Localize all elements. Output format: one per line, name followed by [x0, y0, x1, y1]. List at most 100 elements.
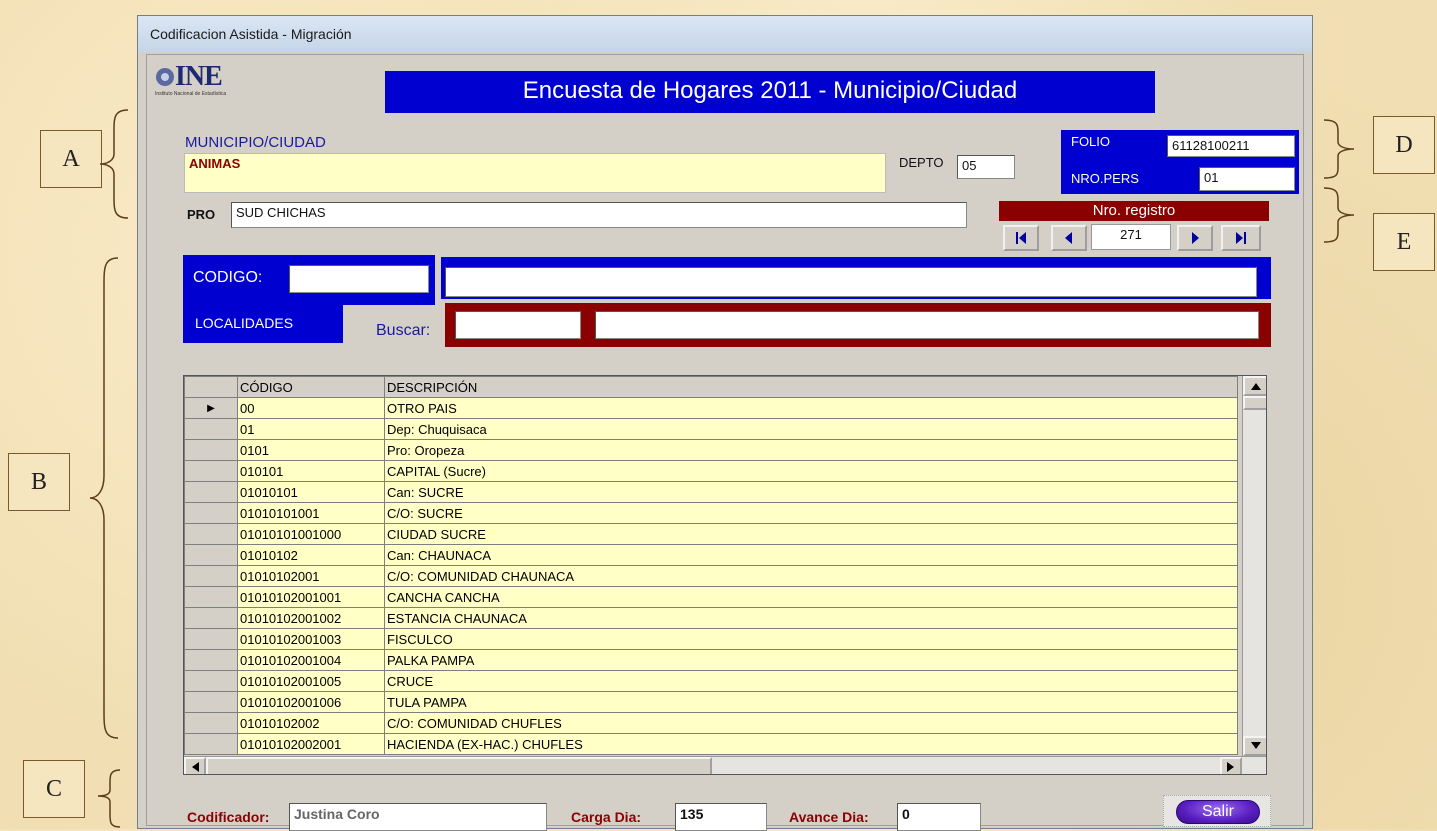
scroll-right-button[interactable]: [1220, 757, 1242, 774]
cell-codigo[interactable]: 01010102002001: [237, 733, 385, 755]
cell-descripcion[interactable]: CIUDAD SUCRE: [384, 523, 1238, 545]
table-row[interactable]: 01010102001006 TULA PAMPA: [184, 691, 1238, 713]
buscar-text-input[interactable]: [595, 311, 1259, 339]
cell-descripcion[interactable]: TULA PAMPA: [384, 691, 1238, 713]
cell-descripcion[interactable]: Pro: Oropeza: [384, 439, 1238, 461]
row-selector[interactable]: [184, 670, 238, 692]
first-record-button[interactable]: [1003, 225, 1039, 251]
table-row[interactable]: 01010102001001 CANCHA CANCHA: [184, 586, 1238, 608]
cell-codigo[interactable]: 01010102001001: [237, 586, 385, 608]
grid-column-descripcion[interactable]: DESCRIPCIÓN: [384, 376, 1238, 398]
grid-vertical-scrollbar[interactable]: [1242, 376, 1266, 756]
row-selector[interactable]: [184, 586, 238, 608]
cell-codigo[interactable]: 01010102001002: [237, 607, 385, 629]
codigo-input[interactable]: [289, 265, 429, 293]
cell-codigo[interactable]: 01010101001: [237, 502, 385, 524]
arrow-left-icon: [192, 761, 199, 772]
window-titlebar[interactable]: Codificacion Asistida - Migración: [138, 16, 1312, 52]
cell-descripcion[interactable]: Can: CHAUNACA: [384, 544, 1238, 566]
table-row[interactable]: 01010102001002 ESTANCIA CHAUNACA: [184, 607, 1238, 629]
scroll-left-button[interactable]: [184, 757, 206, 774]
cell-descripcion[interactable]: Can: SUCRE: [384, 481, 1238, 503]
row-selector[interactable]: [184, 481, 238, 503]
row-selector[interactable]: [184, 523, 238, 545]
depto-field[interactable]: 05: [957, 155, 1015, 179]
cell-codigo[interactable]: 01010102001003: [237, 628, 385, 650]
table-row[interactable]: 01010102001004 PALKA PAMPA: [184, 649, 1238, 671]
h-scroll-thumb[interactable]: [206, 757, 712, 774]
salir-button[interactable]: Salir: [1176, 800, 1260, 824]
cell-codigo[interactable]: 01010102001006: [237, 691, 385, 713]
next-record-button[interactable]: [1177, 225, 1213, 251]
table-row[interactable]: 01010101001000 CIUDAD SUCRE: [184, 523, 1238, 545]
pro-field[interactable]: SUD CHICHAS: [231, 202, 967, 228]
nropers-field[interactable]: 01: [1199, 167, 1295, 191]
table-row[interactable]: ▶ 00 OTRO PAIS: [184, 397, 1238, 419]
cell-codigo[interactable]: 0101: [237, 439, 385, 461]
row-selector[interactable]: ▶: [184, 397, 238, 419]
table-row[interactable]: 01010102002001 HACIENDA (EX-HAC.) CHUFLES: [184, 733, 1238, 755]
codigo-description-field[interactable]: [445, 267, 1257, 297]
table-row[interactable]: 01 Dep: Chuquisaca: [184, 418, 1238, 440]
scroll-up-button[interactable]: [1243, 376, 1266, 396]
cell-codigo[interactable]: 010101: [237, 460, 385, 482]
cell-codigo[interactable]: 01010101: [237, 481, 385, 503]
row-selector[interactable]: [184, 712, 238, 734]
cell-codigo[interactable]: 01010102001: [237, 565, 385, 587]
cell-codigo[interactable]: 01010101001000: [237, 523, 385, 545]
cell-descripcion[interactable]: CRUCE: [384, 670, 1238, 692]
row-selector[interactable]: [184, 460, 238, 482]
carga-field[interactable]: 135: [675, 803, 767, 831]
cell-descripcion[interactable]: ESTANCIA CHAUNACA: [384, 607, 1238, 629]
folio-field[interactable]: 61128100211: [1167, 135, 1295, 157]
registro-field[interactable]: 271: [1091, 224, 1171, 250]
row-selector[interactable]: [184, 733, 238, 755]
row-selector[interactable]: [184, 565, 238, 587]
row-selector[interactable]: [184, 628, 238, 650]
table-row[interactable]: 01010102001 C/O: COMUNIDAD CHAUNACA: [184, 565, 1238, 587]
scroll-thumb[interactable]: [1243, 396, 1266, 410]
table-row[interactable]: 01010102001005 CRUCE: [184, 670, 1238, 692]
table-row[interactable]: 01010102002 C/O: COMUNIDAD CHUFLES: [184, 712, 1238, 734]
row-selector[interactable]: [184, 439, 238, 461]
localidades-tab[interactable]: LOCALIDADES: [183, 303, 343, 343]
row-selector[interactable]: [184, 691, 238, 713]
grid-horizontal-scrollbar[interactable]: [184, 756, 1266, 774]
table-row[interactable]: 010101 CAPITAL (Sucre): [184, 460, 1238, 482]
table-row[interactable]: 0101 Pro: Oropeza: [184, 439, 1238, 461]
row-selector[interactable]: [184, 649, 238, 671]
prev-record-button[interactable]: [1051, 225, 1087, 251]
cell-codigo[interactable]: 00: [237, 397, 385, 419]
scroll-down-button[interactable]: [1243, 736, 1266, 756]
cell-codigo[interactable]: 01010102002: [237, 712, 385, 734]
cell-descripcion[interactable]: OTRO PAIS: [384, 397, 1238, 419]
cell-descripcion[interactable]: PALKA PAMPA: [384, 649, 1238, 671]
row-selector[interactable]: [184, 544, 238, 566]
cell-codigo[interactable]: 01: [237, 418, 385, 440]
cell-descripcion[interactable]: CANCHA CANCHA: [384, 586, 1238, 608]
row-selector[interactable]: [184, 607, 238, 629]
cell-codigo[interactable]: 01010102: [237, 544, 385, 566]
cell-codigo[interactable]: 01010102001004: [237, 649, 385, 671]
cell-descripcion[interactable]: Dep: Chuquisaca: [384, 418, 1238, 440]
row-selector[interactable]: [184, 502, 238, 524]
cell-descripcion[interactable]: HACIENDA (EX-HAC.) CHUFLES: [384, 733, 1238, 755]
grid-column-codigo[interactable]: CÓDIGO: [237, 376, 385, 398]
cell-codigo[interactable]: 01010102001005: [237, 670, 385, 692]
table-row[interactable]: 01010101001 C/O: SUCRE: [184, 502, 1238, 524]
table-row[interactable]: 01010101 Can: SUCRE: [184, 481, 1238, 503]
buscar-code-input[interactable]: [455, 311, 581, 339]
table-row[interactable]: 01010102001003 FISCULCO: [184, 628, 1238, 650]
codificador-field[interactable]: Justina Coro: [289, 803, 547, 831]
municipio-field[interactable]: ANIMAS: [184, 153, 886, 193]
cell-descripcion[interactable]: FISCULCO: [384, 628, 1238, 650]
cell-descripcion[interactable]: C/O: SUCRE: [384, 502, 1238, 524]
table-row[interactable]: 01010102 Can: CHAUNACA: [184, 544, 1238, 566]
salir-label: Salir: [1201, 803, 1234, 820]
cell-descripcion[interactable]: C/O: COMUNIDAD CHUFLES: [384, 712, 1238, 734]
cell-descripcion[interactable]: CAPITAL (Sucre): [384, 460, 1238, 482]
cell-descripcion[interactable]: C/O: COMUNIDAD CHAUNACA: [384, 565, 1238, 587]
last-record-button[interactable]: [1221, 225, 1261, 251]
row-selector[interactable]: [184, 418, 238, 440]
avance-field[interactable]: 0: [897, 803, 981, 831]
